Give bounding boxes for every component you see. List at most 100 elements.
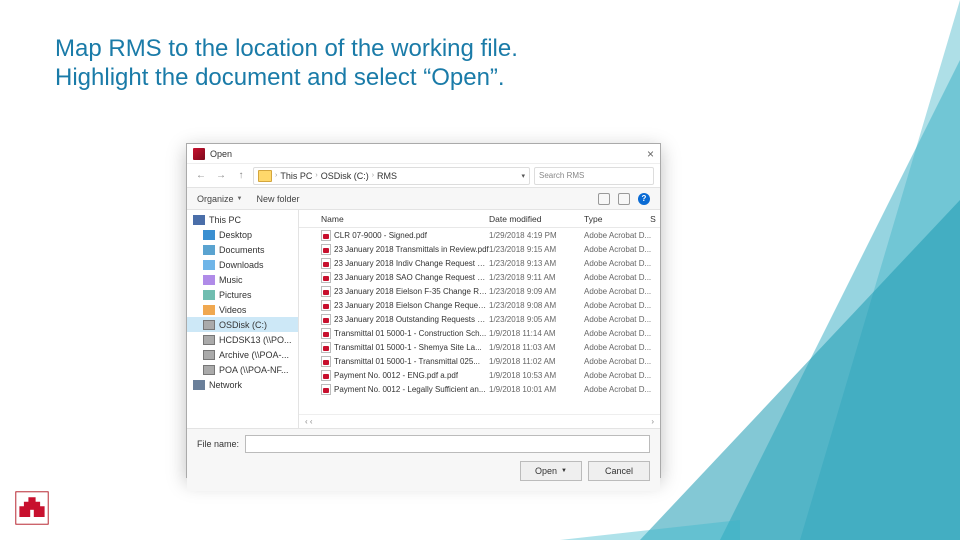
filename-input[interactable] [245, 435, 650, 453]
file-row[interactable]: 23 January 2018 Eielson Change Request .… [299, 298, 660, 312]
net-icon [193, 380, 205, 390]
scroll-left-icon[interactable]: ‹ ‹ [305, 417, 313, 426]
nav-back-icon[interactable]: ← [193, 168, 209, 184]
col-st[interactable]: S [646, 214, 660, 224]
sidebar-item[interactable]: Documents [187, 242, 298, 257]
sidebar-item-label: Desktop [219, 230, 252, 240]
filename-label: File name: [197, 439, 239, 449]
pdf-icon [321, 286, 331, 297]
sidebar-item[interactable]: Desktop [187, 227, 298, 242]
dialog-nav: ← → ↑ › This PC › OSDisk (C:) › RMS ▾ Se… [187, 164, 660, 188]
cancel-button[interactable]: Cancel [588, 461, 650, 481]
chevron-down-icon: ▼ [237, 196, 243, 202]
file-row[interactable]: 23 January 2018 Indiv Change Request Re.… [299, 256, 660, 270]
file-row[interactable]: 23 January 2018 Transmittals in Review.p… [299, 242, 660, 256]
sidebar-item[interactable]: Downloads [187, 257, 298, 272]
file-type: Adobe Acrobat D... [584, 245, 660, 254]
sidebar-item-label: Music [219, 275, 243, 285]
horizontal-scrollbar[interactable]: ‹ ‹ › [299, 414, 660, 428]
file-type: Adobe Acrobat D... [584, 259, 660, 268]
breadcrumb-part[interactable]: RMS [377, 171, 397, 181]
file-name: 23 January 2018 Eielson Change Request .… [334, 301, 489, 310]
sidebar-item[interactable]: OSDisk (C:) [187, 317, 298, 332]
col-date[interactable]: Date modified [489, 214, 584, 224]
nav-forward-icon[interactable]: → [213, 168, 229, 184]
file-date: 1/9/2018 10:53 AM [489, 371, 584, 380]
chevron-down-icon: ▼ [561, 468, 567, 474]
pdf-icon [321, 244, 331, 255]
breadcrumb-part[interactable]: OSDisk (C:) [321, 171, 369, 181]
music-icon [203, 275, 215, 285]
file-row[interactable]: 23 January 2018 Outstanding Requests Fo.… [299, 312, 660, 326]
dialog-footer: File name: Open ▼ Cancel [187, 428, 660, 491]
file-date: 1/23/2018 9:11 AM [489, 273, 584, 282]
preview-pane-icon[interactable] [618, 193, 630, 205]
col-name[interactable]: Name [319, 214, 489, 224]
title-line-2: Highlight the document and select “Open”… [55, 64, 518, 93]
file-date: 1/23/2018 9:09 AM [489, 287, 584, 296]
dl-icon [203, 260, 215, 270]
view-options-icon[interactable] [598, 193, 610, 205]
chevron-down-icon[interactable]: ▾ [521, 172, 525, 180]
help-icon[interactable]: ? [638, 193, 650, 205]
folder-icon [258, 170, 272, 182]
file-date: 1/9/2018 10:01 AM [489, 385, 584, 394]
drive-icon [203, 320, 215, 330]
file-date: 1/23/2018 9:13 AM [489, 259, 584, 268]
file-list-header: Name Date modified Type S [299, 210, 660, 228]
col-type[interactable]: Type [584, 214, 646, 224]
folder-icon [203, 245, 215, 255]
dialog-title: Open [210, 149, 232, 159]
file-row[interactable]: Transmittal 01 5000-1 - Transmittal 025.… [299, 354, 660, 368]
sidebar-item[interactable]: This PC [187, 212, 298, 227]
file-date: 1/29/2018 4:19 PM [489, 231, 584, 240]
file-name: Payment No. 0012 - Legally Sufficient an… [334, 385, 486, 394]
file-row[interactable]: Payment No. 0012 - ENG.pdf a.pdf 1/9/2018… [299, 368, 660, 382]
file-type: Adobe Acrobat D... [584, 315, 660, 324]
sidebar-item[interactable]: Pictures [187, 287, 298, 302]
file-name: Transmittal 01 5000-1 - Transmittal 025.… [334, 357, 480, 366]
pdf-icon [321, 230, 331, 241]
close-icon[interactable]: × [647, 147, 654, 161]
drive-icon [203, 335, 215, 345]
open-file-dialog: Open × ← → ↑ › This PC › OSDisk (C:) › R… [186, 143, 661, 478]
file-type: Adobe Acrobat D... [584, 273, 660, 282]
file-row[interactable]: Payment No. 0012 - Legally Sufficient an… [299, 382, 660, 396]
file-row[interactable]: CLR 07-9000 - Signed.pdf1/29/2018 4:19 P… [299, 228, 660, 242]
new-folder-button[interactable]: New folder [256, 194, 299, 204]
file-name: Transmittal 01 5000-1 - Shemya Site La..… [334, 343, 482, 352]
nav-up-icon[interactable]: ↑ [233, 168, 249, 184]
file-date: 1/23/2018 9:08 AM [489, 301, 584, 310]
app-icon [193, 148, 205, 160]
sidebar-item-label: Archive (\\POA-... [219, 350, 289, 360]
sidebar-item[interactable]: POA (\\POA-NF... [187, 362, 298, 377]
file-name: Payment No. 0012 - ENG.pdf a.pdf [334, 371, 458, 380]
file-date: 1/9/2018 11:03 AM [489, 343, 584, 352]
sidebar-item[interactable]: Music [187, 272, 298, 287]
file-row[interactable]: 23 January 2018 SAO Change Request Re...… [299, 270, 660, 284]
file-type: Adobe Acrobat D... [584, 385, 660, 394]
pdf-icon [321, 384, 331, 395]
scroll-right-icon[interactable]: › [651, 417, 654, 426]
file-row[interactable]: 23 January 2018 Eielson F-35 Change Req.… [299, 284, 660, 298]
breadcrumb-part[interactable]: This PC [280, 171, 312, 181]
sidebar-item[interactable]: Videos [187, 302, 298, 317]
breadcrumb[interactable]: › This PC › OSDisk (C:) › RMS ▾ [253, 167, 530, 185]
file-row[interactable]: Transmittal 01 5000-1 - Shemya Site La..… [299, 340, 660, 354]
file-name: 23 January 2018 Outstanding Requests Fo.… [334, 315, 489, 324]
pdf-icon [321, 258, 331, 269]
organize-button[interactable]: Organize ▼ [197, 194, 242, 204]
pdf-icon [321, 272, 331, 283]
file-row[interactable]: Transmittal 01 5000-1 - Construction Sch… [299, 326, 660, 340]
sidebar-item[interactable]: Archive (\\POA-... [187, 347, 298, 362]
sidebar-item[interactable]: Network [187, 377, 298, 392]
dialog-toolbar: Organize ▼ New folder ? [187, 188, 660, 210]
file-type: Adobe Acrobat D... [584, 287, 660, 296]
file-name: Transmittal 01 5000-1 - Construction Sch… [334, 329, 486, 338]
slide-title: Map RMS to the location of the working f… [55, 35, 518, 93]
file-date: 1/23/2018 9:05 AM [489, 315, 584, 324]
file-type: Adobe Acrobat D... [584, 329, 660, 338]
sidebar-item[interactable]: HCDSK13 (\\PO... [187, 332, 298, 347]
open-button[interactable]: Open ▼ [520, 461, 582, 481]
search-input[interactable]: Search RMS [534, 167, 654, 185]
